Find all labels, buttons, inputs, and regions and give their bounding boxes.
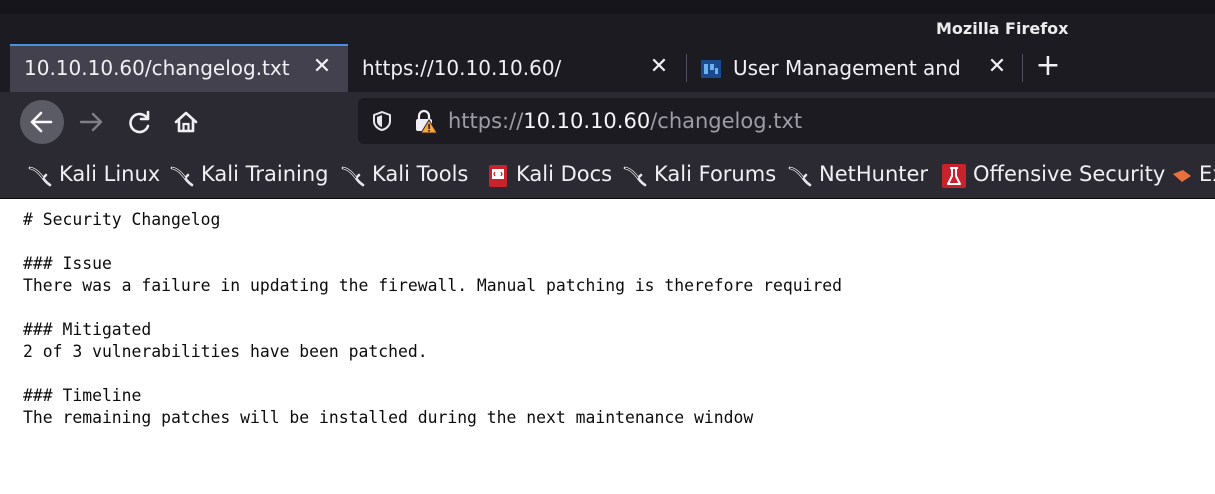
insecure-lock-icon[interactable] [412, 108, 438, 134]
browser-window: Mozilla Firefox 10.10.10.60/changelog.tx… [0, 0, 1215, 494]
doc-line: The remaining patches will be installed … [23, 408, 754, 427]
doc-line [23, 363, 842, 385]
close-tab-icon[interactable]: ✕ [309, 52, 335, 82]
home-button[interactable] [166, 102, 206, 142]
kali-docs-icon [489, 165, 507, 187]
offsec-icon [942, 164, 966, 188]
doc-line: ### Issue [23, 254, 112, 273]
tab-label: https://10.10.10.60/ [362, 56, 562, 80]
doc-line: 2 of 3 vulnerabilities have been patched… [23, 342, 428, 361]
title-bar: Mozilla Firefox [0, 0, 1215, 44]
new-tab-button[interactable]: + [1034, 51, 1062, 81]
changelog-document: # Security Changelog ### Issue There was a… [23, 209, 842, 429]
bookmark-label: Kali Tools [372, 162, 469, 186]
tab-user-management[interactable]: User Management and Au ✕ [688, 44, 1022, 92]
pfsense-icon [701, 60, 721, 78]
url-scheme: https:// [448, 109, 524, 133]
tab-label: 10.10.10.60/changelog.txt [24, 56, 290, 80]
forward-button[interactable] [72, 102, 112, 142]
forward-arrow-icon [79, 112, 103, 132]
home-icon [174, 111, 198, 133]
tab-label: User Management and Au [733, 56, 963, 80]
bookmark-label: Kali Training [201, 162, 329, 186]
kali-dragon-icon [341, 166, 365, 187]
doc-line [23, 231, 842, 253]
bookmark-label: Offensive Security [973, 162, 1166, 186]
close-tab-icon[interactable]: ✕ [646, 52, 672, 82]
page-content: # Security Changelog ### Issue There was a… [0, 199, 1215, 494]
back-arrow-icon [30, 111, 53, 133]
back-button[interactable] [20, 100, 64, 144]
kali-dragon-icon [28, 166, 52, 187]
tab-strip: 10.10.10.60/changelog.txt ✕ https://10.1… [0, 44, 1215, 92]
tracking-protection-shield-icon[interactable] [370, 109, 394, 133]
reload-icon [129, 110, 150, 134]
exploit-db-icon [1173, 170, 1191, 182]
kali-dragon-icon [170, 166, 194, 187]
reload-button[interactable] [120, 102, 160, 142]
tab-changelog[interactable]: 10.10.10.60/changelog.txt ✕ [10, 44, 348, 92]
doc-line: ### Timeline [23, 386, 142, 405]
url-bar[interactable]: https://10.10.10.60/changelog.txt [358, 98, 1215, 144]
navigation-toolbar: https://10.10.10.60/changelog.txt [0, 92, 1215, 152]
bookmarks-toolbar: Kali Linux Kali Training Kali Tools Kali… [0, 152, 1215, 199]
kali-dragon-icon [623, 166, 647, 187]
url-text: https://10.10.10.60/changelog.txt [448, 109, 802, 133]
window-title: Mozilla Firefox [936, 19, 1069, 38]
bookmark-label: Kali Forums [654, 162, 777, 186]
bookmark-label: Ex [1199, 162, 1215, 186]
doc-line [23, 297, 842, 319]
bookmark-label: NetHunter [819, 162, 929, 186]
kali-dragon-icon [788, 166, 812, 187]
doc-line: # Security Changelog [23, 210, 221, 229]
bookmark-label: Kali Docs [516, 162, 613, 186]
url-path: /changelog.txt [650, 109, 803, 133]
close-tab-icon[interactable]: ✕ [984, 52, 1010, 82]
tab-root[interactable]: https://10.10.10.60/ ✕ [348, 44, 684, 92]
bookmark-label: Kali Linux [59, 162, 161, 186]
doc-line: There was a failure in updating the fire… [23, 276, 843, 295]
doc-line: ### Mitigated [23, 320, 152, 339]
url-host: 10.10.10.60 [523, 109, 651, 133]
